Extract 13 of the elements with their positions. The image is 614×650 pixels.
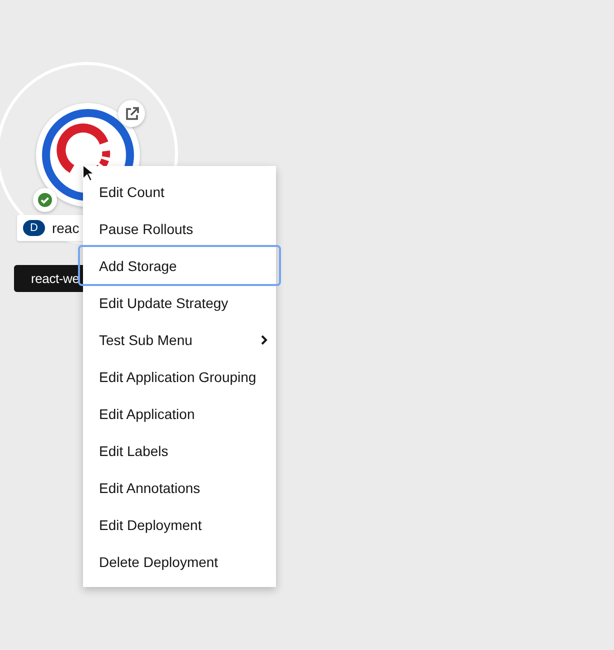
menu-item[interactable]: Edit Application Grouping	[83, 358, 276, 395]
menu-item[interactable]: Edit Count	[83, 173, 276, 210]
menu-item[interactable]: Edit Application	[83, 395, 276, 432]
menu-item[interactable]: Edit Annotations	[83, 469, 276, 506]
menu-item[interactable]: Test Sub Menu	[83, 321, 276, 358]
external-link-icon	[124, 106, 138, 120]
chevron-right-icon	[260, 334, 268, 344]
menu-item[interactable]: Delete Deployment	[83, 543, 276, 580]
menu-item[interactable]: Edit Deployment	[83, 506, 276, 543]
menu-item[interactable]: Pause Rollouts	[83, 210, 276, 247]
menu-item[interactable]: Edit Labels	[83, 432, 276, 469]
deployment-badge: D	[23, 220, 45, 236]
node-name: reac	[52, 220, 80, 236]
